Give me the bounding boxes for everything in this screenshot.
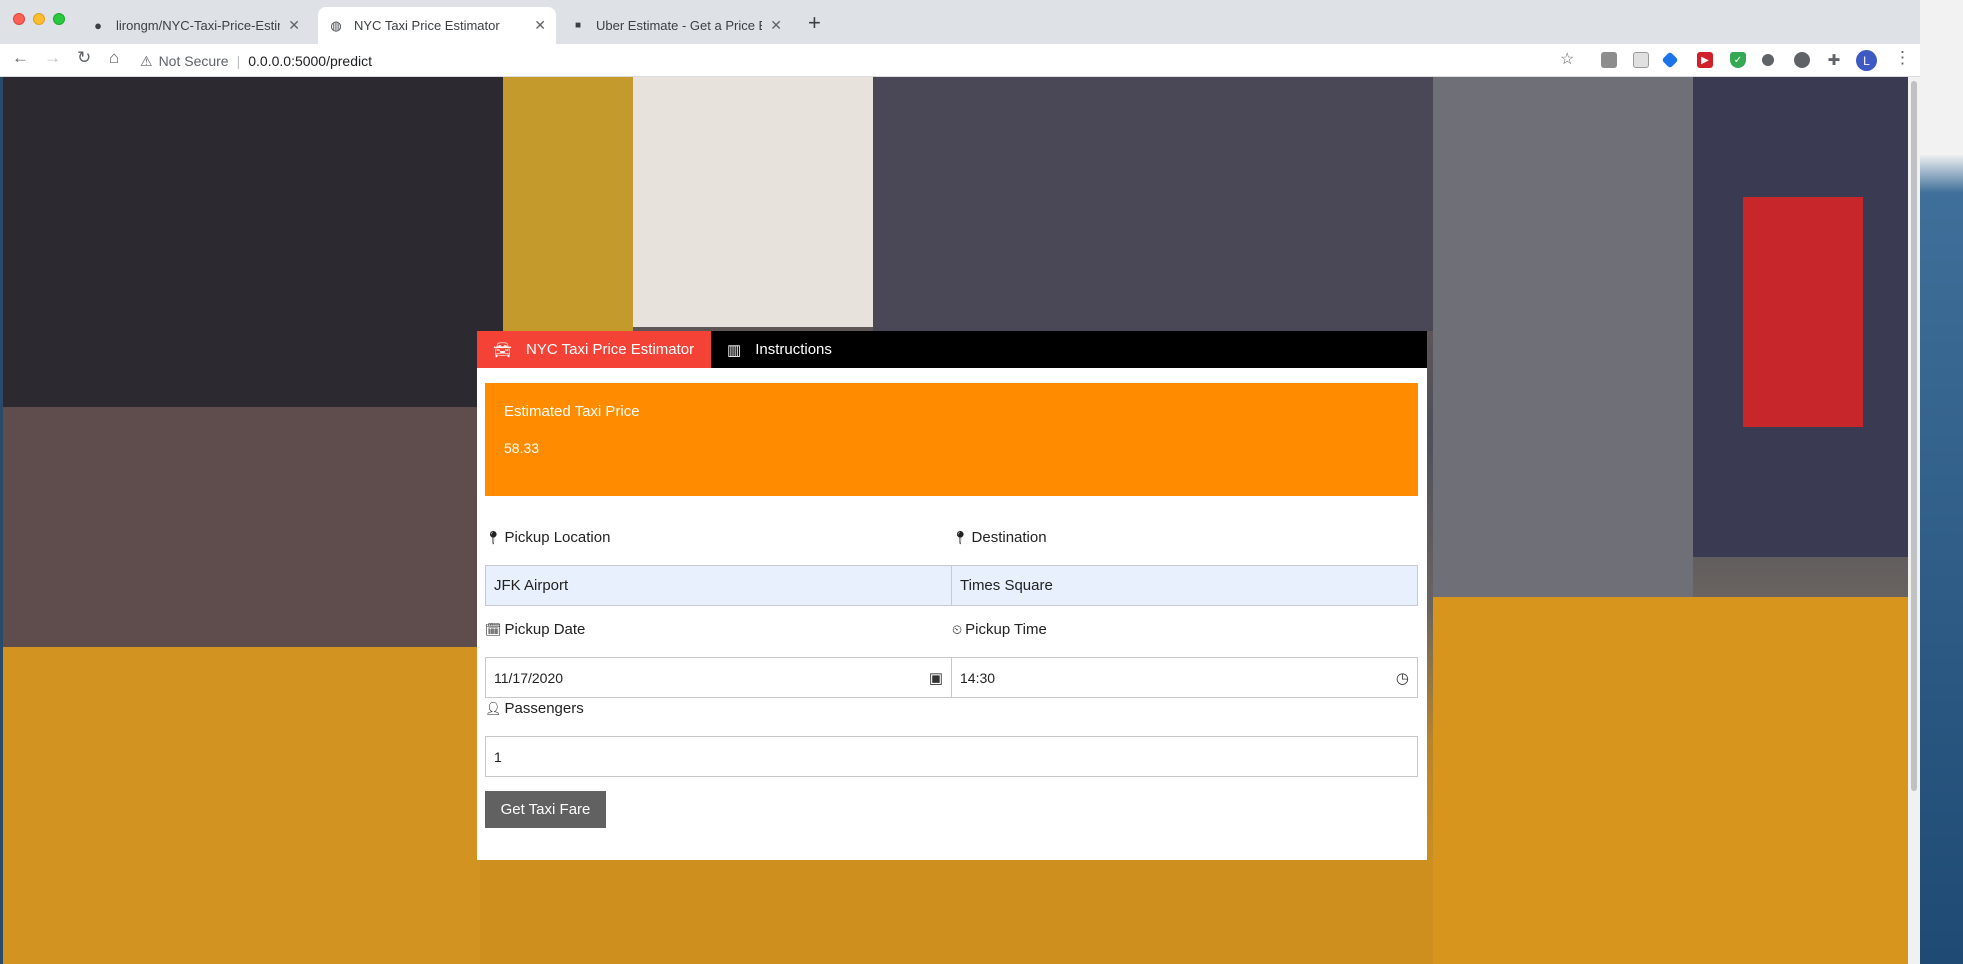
map-marker-icon: 📍︎ (952, 530, 969, 545)
time-label-text: Pickup Time (965, 621, 1047, 638)
extension-icon[interactable] (1601, 52, 1617, 68)
time-label: ⏲︎ Pickup Time (952, 621, 1047, 638)
desktop-background (1920, 0, 1963, 964)
page-scrollbar[interactable] (1908, 77, 1920, 964)
passengers-input[interactable]: 1 (485, 736, 1418, 777)
menu-icon[interactable]: ⋮ (1894, 48, 1911, 68)
puzzle-icon[interactable]: ✚ (1826, 52, 1842, 69)
background-photo-area (633, 77, 873, 327)
map-icon: ▥ (727, 341, 742, 359)
tab-estimator-label: NYC Taxi Price Estimator (526, 341, 695, 358)
date-input-value: 11/17/2020 (494, 669, 564, 686)
tab-estimator[interactable]: 🚘︎ NYC Taxi Price Estimator (477, 331, 711, 368)
passengers-label: 👤︎ Passengers (485, 700, 584, 717)
reload-icon[interactable]: ↻ (77, 48, 91, 68)
browser-tab-bar: ● lirongm/NYC-Taxi-Price-Estima ✕ ◍ NYC … (0, 0, 1920, 44)
browser-toolbar: ← → ↻ ⌂ ⚠ Not Secure | 0.0.0.0:5000/pred… (0, 44, 1920, 77)
close-window-button[interactable] (13, 13, 25, 25)
time-input-value: 14:30 (960, 669, 996, 686)
time-input[interactable]: 14:30 ◷ (951, 657, 1418, 698)
background-photo-area (3, 407, 480, 647)
tab-title: Uber Estimate - Get a Price Est (596, 18, 763, 33)
warning-icon: ⚠ (140, 52, 153, 69)
divider: | (236, 53, 241, 69)
address-bar[interactable]: ⚠ Not Secure | 0.0.0.0:5000/predict (140, 48, 1560, 74)
tab-title: NYC Taxi Price Estimator (354, 18, 500, 33)
background-photo-area (3, 647, 480, 964)
pickup-input-value: JFK Airport (494, 577, 569, 594)
background-photo-area (873, 77, 1433, 331)
extension-icon[interactable]: ▶ (1697, 52, 1713, 68)
map-marker-icon: 📍︎ (485, 530, 502, 545)
background-photo-area (3, 77, 503, 407)
globe-icon: ◍ (330, 17, 342, 33)
github-icon: ● (94, 18, 102, 33)
destination-label: 📍︎ Destination (952, 529, 1047, 546)
scrollbar-thumb[interactable] (1911, 81, 1917, 791)
back-icon[interactable]: ← (12, 48, 29, 68)
page-icon[interactable] (1633, 52, 1649, 68)
get-taxi-fare-button[interactable]: Get Taxi Fare (485, 791, 606, 828)
calendar-check-icon: 🗓︎ (485, 622, 502, 637)
date-label: 🗓︎ Pickup Date (485, 621, 585, 638)
uber-icon: ■ (574, 20, 582, 31)
maximize-window-button[interactable] (53, 13, 65, 25)
close-tab-icon[interactable]: ✕ (288, 17, 300, 34)
close-tab-icon[interactable]: ✕ (770, 17, 782, 34)
background-photo-area (480, 860, 1433, 964)
bookmark-star-icon[interactable]: ☆ (1560, 49, 1574, 69)
background-photo-area (1433, 597, 1908, 964)
estimator-card: 🚘︎ NYC Taxi Price Estimator ▥ Instructio… (477, 331, 1427, 860)
background-photo-area (1433, 77, 1693, 597)
shield-icon[interactable]: ✓ (1730, 52, 1746, 68)
result-panel: Estimated Taxi Price 58.33 (485, 383, 1418, 496)
calendar-icon[interactable]: ▣ (929, 669, 943, 687)
result-value: 58.33 (504, 440, 540, 456)
date-label-text: Pickup Date (504, 621, 586, 638)
date-input[interactable]: 11/17/2020 ▣ (485, 657, 952, 698)
clock-icon: ⏲︎ (952, 622, 963, 637)
extension-icon[interactable] (1661, 51, 1679, 69)
destination-label-text: Destination (971, 529, 1047, 546)
pickup-label-text: Pickup Location (504, 529, 611, 546)
destination-input-value: Times Square (960, 577, 1053, 594)
background-photo-area (1743, 197, 1863, 427)
tab-instructions-label: Instructions (755, 341, 832, 358)
extension-icon[interactable] (1762, 54, 1774, 66)
close-tab-icon[interactable]: ✕ (534, 17, 546, 34)
clock-icon[interactable]: ◷ (1396, 669, 1409, 687)
destination-input[interactable]: Times Square (951, 565, 1418, 606)
car-icon: 🚘︎ (493, 341, 513, 359)
security-label: Not Secure (158, 53, 229, 69)
new-tab-button[interactable]: + (808, 10, 821, 36)
url-text: 0.0.0.0:5000/predict (248, 53, 373, 69)
tab-instructions[interactable]: ▥ Instructions (711, 331, 848, 368)
avatar[interactable]: L (1856, 50, 1877, 71)
minimize-window-button[interactable] (33, 13, 45, 25)
passengers-input-value: 1 (494, 748, 502, 765)
browser-tab-github[interactable]: ● lirongm/NYC-Taxi-Price-Estima ✕ (80, 7, 310, 44)
pickup-input[interactable]: JFK Airport (485, 565, 952, 606)
pickup-label: 📍︎ Pickup Location (485, 529, 610, 546)
browser-tab-estimator[interactable]: ◍ NYC Taxi Price Estimator ✕ (318, 7, 556, 44)
passengers-label-text: Passengers (504, 700, 584, 717)
tab-title: lirongm/NYC-Taxi-Price-Estima (116, 18, 281, 33)
forward-icon[interactable]: → (44, 48, 61, 68)
user-icon: 👤︎ (485, 701, 502, 716)
home-icon[interactable]: ⌂ (109, 48, 119, 68)
extension-icon[interactable] (1794, 52, 1810, 68)
result-label: Estimated Taxi Price (504, 403, 640, 420)
app-navbar: 🚘︎ NYC Taxi Price Estimator ▥ Instructio… (477, 331, 1427, 368)
browser-tab-uber[interactable]: ■ Uber Estimate - Get a Price Est ✕ (560, 7, 792, 44)
